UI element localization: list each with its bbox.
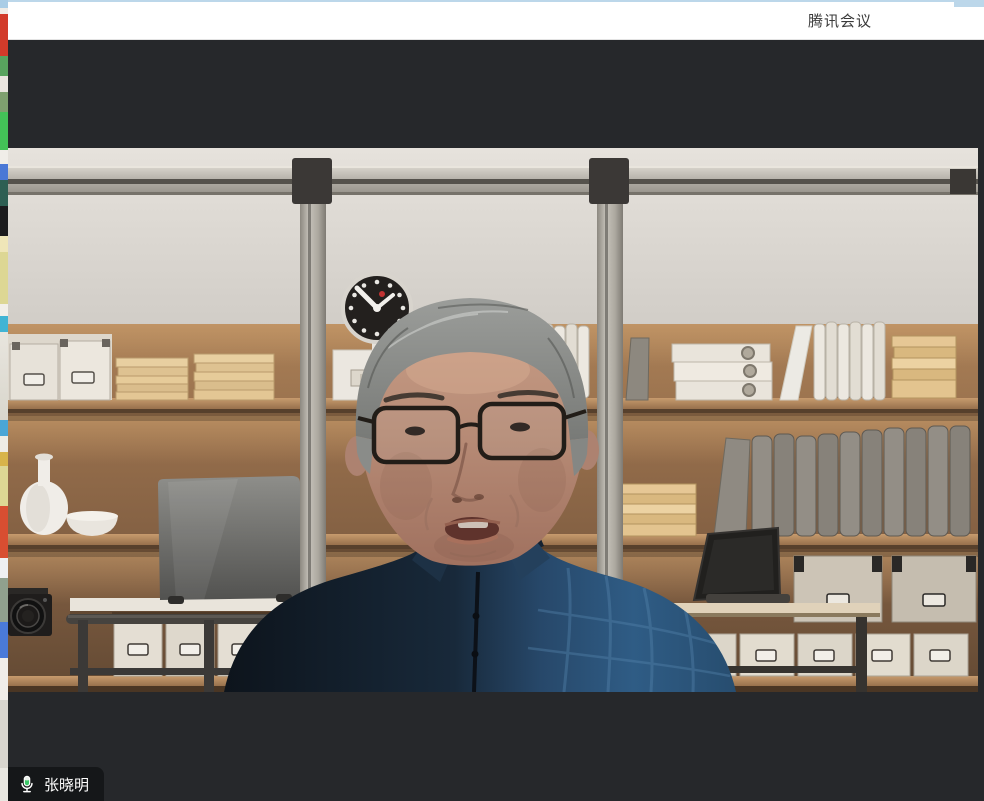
left-post-connector <box>292 158 332 204</box>
laptop <box>158 476 300 604</box>
window-titlebar[interactable]: 腾讯会议 <box>8 2 984 40</box>
background-window-corner <box>954 0 984 7</box>
storage-boxes-left <box>8 334 112 400</box>
meeting-stage <box>8 40 984 801</box>
flat-book-stacks-left <box>116 354 274 400</box>
tablet-on-stand <box>694 528 790 603</box>
right-post-connector <box>589 158 629 204</box>
white-books-right <box>780 322 885 400</box>
participant-video-tile[interactable] <box>8 148 978 692</box>
window-title: 腾讯会议 <box>808 10 872 31</box>
background-window-sliver <box>0 0 8 801</box>
tan-book-stack-right-top <box>892 336 956 398</box>
binders-right <box>626 338 772 400</box>
tan-book-stack-right-mid <box>620 484 696 536</box>
mouth <box>445 517 500 543</box>
camera <box>8 588 52 636</box>
participant-name-badge: 张晓明 <box>8 767 104 801</box>
participant-name: 张晓明 <box>44 774 89 795</box>
microphone-icon <box>18 774 36 794</box>
metal-top-rail <box>8 166 978 195</box>
gray-books-right <box>714 426 970 536</box>
virtual-background-and-participant <box>8 148 978 692</box>
rail-end-cap <box>950 169 976 194</box>
meeting-window: 腾讯会议 <box>0 0 984 801</box>
